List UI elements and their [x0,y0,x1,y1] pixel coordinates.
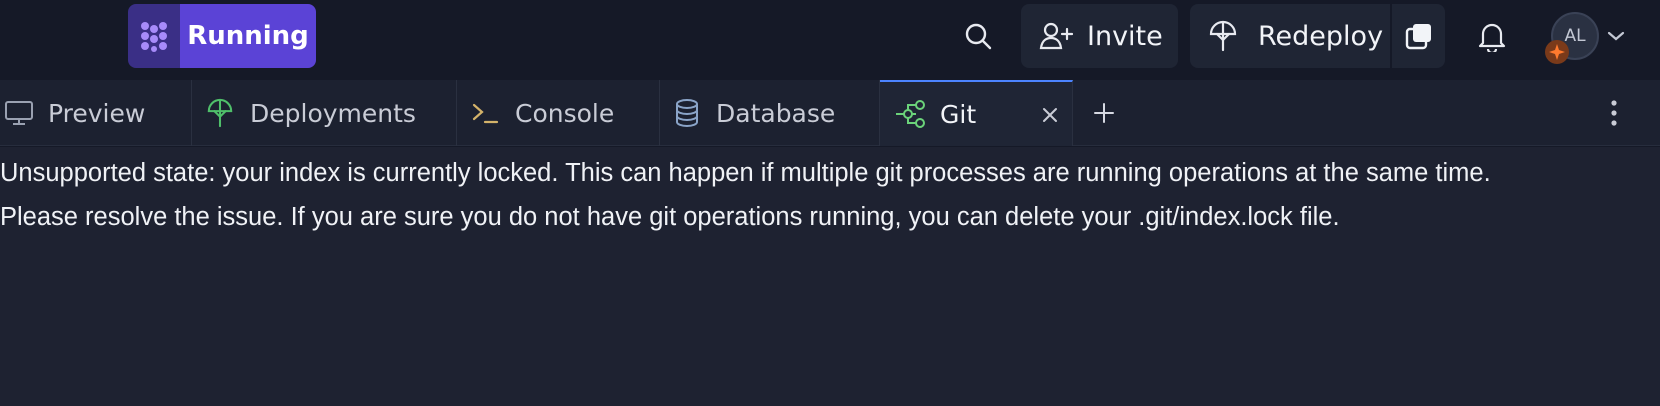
tab-label: Database [716,98,836,128]
run-button-group[interactable]: Running [128,4,316,68]
redeploy-button[interactable]: Redeploy [1190,4,1390,68]
close-tab-icon[interactable] [1034,99,1066,131]
tab-console[interactable]: Console [457,80,660,146]
git-error-message: Unsupported state: your index is current… [0,151,1600,239]
app-logo-icon[interactable] [128,4,180,68]
notifications-bell-icon[interactable] [1470,14,1514,58]
search-icon[interactable] [956,14,1000,58]
terminal-icon [471,100,499,126]
add-user-icon [1039,21,1073,51]
tab-deployments[interactable]: Deployments [192,80,457,146]
git-panel: Unsupported state: your index is current… [0,147,1660,406]
tab-git[interactable]: Git [880,80,1073,146]
tab-label: Console [515,98,615,128]
database-icon [674,98,700,128]
tab-label: Git [940,99,977,129]
tab-bar: Preview Deployments Console Database Git [0,80,1660,146]
redeploy-label: Redeploy [1258,20,1384,52]
redeploy-button-group: Redeploy [1190,4,1445,68]
invite-label: Invite [1087,20,1163,52]
add-tab-icon[interactable] [1088,91,1120,135]
invite-button[interactable]: Invite [1021,4,1178,68]
tab-database[interactable]: Database [660,80,880,146]
sparkle-badge-icon [1545,40,1569,64]
deploy-icon [1208,20,1238,52]
tab-preview[interactable]: Preview [0,80,192,146]
monitor-icon [4,99,34,127]
more-options-icon[interactable] [1600,91,1628,135]
overlay-window-icon[interactable] [1392,4,1445,68]
top-bar: Running Invite Redeploy AL [0,0,1660,72]
tab-label: Preview [48,98,146,128]
tab-label: Deployments [250,98,416,128]
error-line-1: Unsupported state: your index is current… [0,159,1491,187]
deploy-icon [206,97,234,129]
error-line-2: Please resolve the issue. If you are sur… [0,203,1340,231]
run-status-button[interactable]: Running [180,4,316,68]
chevron-down-icon[interactable] [1604,22,1628,50]
git-branch-icon [894,99,926,129]
